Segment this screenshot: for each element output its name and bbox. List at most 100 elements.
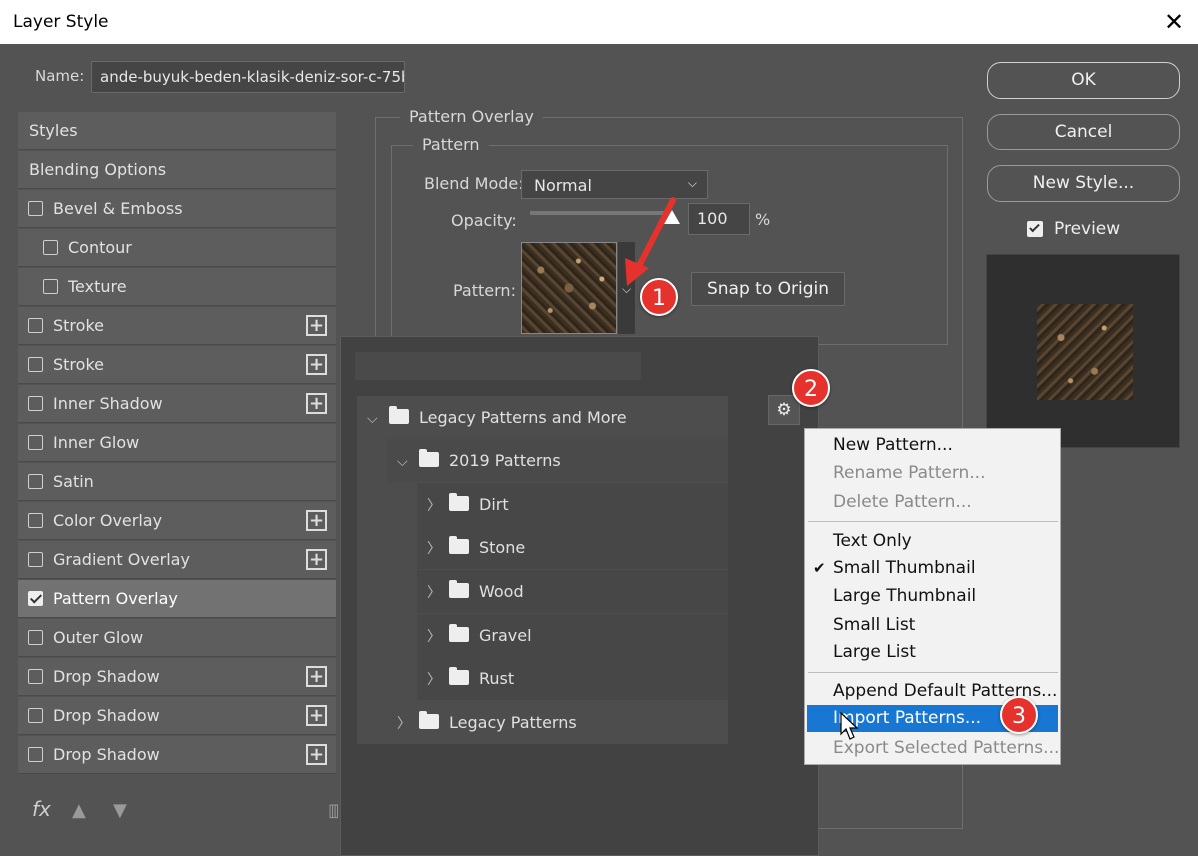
sidebar-item-contour[interactable]: Contour: [18, 229, 336, 267]
pattern-label: Pattern:: [453, 281, 516, 300]
folder-icon: [449, 493, 469, 511]
name-label: Name:: [35, 67, 85, 85]
add-icon[interactable]: +: [306, 549, 327, 570]
sidebar-item-stroke[interactable]: Stroke +: [18, 346, 336, 384]
folder-icon: [449, 667, 469, 685]
checkbox[interactable]: [28, 552, 43, 567]
trash-icon[interactable]: ▥: [328, 800, 338, 821]
checkbox[interactable]: [28, 435, 43, 450]
add-icon[interactable]: +: [306, 354, 327, 375]
tree-item-stone[interactable]: 〉 Stone: [417, 526, 728, 569]
sidebar-item-gradient-overlay[interactable]: Gradient Overlay +: [18, 541, 336, 579]
checkbox[interactable]: [28, 513, 43, 528]
ok-button[interactable]: OK: [987, 62, 1180, 99]
folder-icon: [449, 536, 469, 554]
tree-item-label: Rust: [479, 669, 515, 688]
checkbox-checked[interactable]: [28, 591, 43, 606]
sidebar-item-drop-shadow[interactable]: Drop Shadow +: [18, 658, 336, 696]
chevron-right-icon: 〉: [427, 585, 441, 601]
name-input[interactable]: ande-buyuk-beden-klasik-deniz-sor-c-75ba: [91, 61, 405, 93]
fx-icon[interactable]: fx: [32, 797, 51, 821]
preview-label: Preview: [1054, 219, 1121, 239]
styles-list: Styles Blending Options Bevel & Emboss C…: [18, 112, 336, 775]
checkbox[interactable]: [28, 201, 43, 216]
tree-item-legacy-patterns[interactable]: 〉 Legacy Patterns: [387, 701, 728, 744]
checkbox[interactable]: [43, 240, 58, 255]
sidebar-item-blending-options[interactable]: Blending Options: [18, 151, 336, 189]
checkbox[interactable]: [28, 669, 43, 684]
sidebar-item-label: Color Overlay: [53, 511, 163, 530]
checkbox[interactable]: [28, 396, 43, 411]
add-icon[interactable]: +: [306, 666, 327, 687]
sidebar-item-color-overlay[interactable]: Color Overlay +: [18, 502, 336, 540]
checkbox[interactable]: [28, 474, 43, 489]
new-style-button[interactable]: New Style...: [987, 165, 1180, 202]
tree-item-2019-patterns[interactable]: ⌵ 2019 Patterns: [387, 439, 728, 482]
menu-item-small-thumbnail[interactable]: ✔ Small Thumbnail: [807, 555, 1058, 582]
sidebar-item-pattern-overlay[interactable]: Pattern Overlay: [18, 580, 336, 618]
sidebar-item-satin[interactable]: Satin: [18, 463, 336, 501]
cancel-button[interactable]: Cancel: [987, 114, 1180, 150]
tree-item-dirt[interactable]: 〉 Dirt: [417, 483, 728, 526]
chevron-right-icon: 〉: [427, 498, 441, 514]
menu-item-text-only[interactable]: Text Only: [807, 528, 1058, 555]
chevron-right-icon: 〉: [427, 672, 441, 688]
move-down-icon[interactable]: ▼: [113, 800, 127, 821]
pattern-swatch[interactable]: [521, 242, 617, 334]
add-icon[interactable]: +: [306, 510, 327, 531]
sidebar-item-label: Gradient Overlay: [53, 550, 190, 569]
add-icon[interactable]: +: [306, 393, 327, 414]
checkmark-icon: ✔: [813, 559, 826, 577]
menu-item-large-list[interactable]: Large List: [807, 639, 1058, 666]
menu-divider: [808, 672, 1058, 673]
sidebar-item-inner-glow[interactable]: Inner Glow: [18, 424, 336, 462]
checkbox[interactable]: [28, 630, 43, 645]
preview-checkbox[interactable]: [1027, 221, 1043, 237]
annotation-badge-3: 3: [1000, 696, 1038, 734]
opacity-input[interactable]: 100: [688, 203, 750, 235]
add-icon[interactable]: +: [306, 705, 327, 726]
sidebar-item-drop-shadow[interactable]: Drop Shadow +: [18, 736, 336, 774]
sidebar-item-texture[interactable]: Texture: [18, 268, 336, 306]
sidebar-item-label: Drop Shadow: [53, 667, 160, 686]
checkbox[interactable]: [28, 357, 43, 372]
chevron-down-icon: ⌵: [397, 454, 408, 470]
move-up-icon[interactable]: ▲: [72, 800, 86, 821]
sidebar-item-stroke[interactable]: Stroke +: [18, 307, 336, 345]
menu-item-delete-pattern: Delete Pattern...: [833, 492, 972, 512]
title-bar: Layer Style ✕: [0, 0, 1198, 44]
chevron-right-icon: 〉: [427, 629, 441, 645]
checkbox[interactable]: [28, 318, 43, 333]
sidebar-item-label: Texture: [68, 277, 127, 296]
pattern-search-input[interactable]: [355, 352, 641, 380]
chevron-down-icon: ⌵: [687, 176, 697, 190]
tree-item-gravel[interactable]: 〉 Gravel: [417, 614, 728, 657]
chevron-right-icon: 〉: [427, 541, 441, 557]
sidebar-item-drop-shadow[interactable]: Drop Shadow +: [18, 697, 336, 735]
folder-icon: [419, 711, 439, 729]
checkbox[interactable]: [43, 279, 58, 294]
sidebar-item-styles[interactable]: Styles: [18, 112, 336, 150]
sidebar-item-label: Drop Shadow: [53, 706, 160, 725]
tree-item-rust[interactable]: 〉 Rust: [417, 657, 728, 700]
checkbox[interactable]: [28, 747, 43, 762]
sidebar-item-label: Drop Shadow: [53, 745, 160, 764]
blend-mode-value: Normal: [534, 176, 592, 195]
sidebar-item-bevel-emboss[interactable]: Bevel & Emboss: [18, 190, 336, 228]
menu-item-new-pattern[interactable]: New Pattern...: [807, 432, 1058, 459]
sidebar-item-inner-shadow[interactable]: Inner Shadow +: [18, 385, 336, 423]
tree-item-wood[interactable]: 〉 Wood: [417, 570, 728, 613]
menu-item-small-list[interactable]: Small List: [807, 612, 1058, 639]
checkbox[interactable]: [28, 708, 43, 723]
folder-icon: [449, 580, 469, 598]
menu-item-large-thumbnail[interactable]: Large Thumbnail: [807, 583, 1058, 610]
folder-icon: [389, 406, 409, 424]
sidebar-item-label: Contour: [68, 238, 132, 257]
blend-mode-label: Blend Mode:: [424, 174, 524, 193]
close-icon[interactable]: ✕: [1150, 0, 1198, 44]
snap-to-origin-button[interactable]: Snap to Origin: [691, 272, 845, 306]
tree-item-legacy-patterns-and-more[interactable]: ⌵ Legacy Patterns and More: [357, 396, 728, 439]
add-icon[interactable]: +: [306, 315, 327, 336]
add-icon[interactable]: +: [306, 744, 327, 765]
sidebar-item-outer-glow[interactable]: Outer Glow: [18, 619, 336, 657]
